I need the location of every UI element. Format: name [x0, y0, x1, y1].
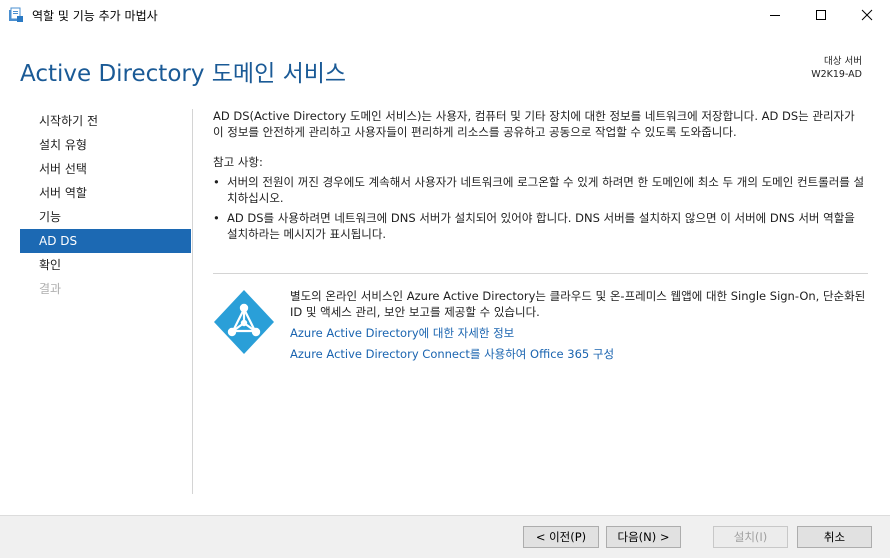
bullet-icon: •: [213, 211, 220, 225]
nav-item-ad-ds[interactable]: AD DS: [20, 229, 191, 253]
window-title: 역할 및 기능 추가 마법사: [32, 9, 158, 23]
target-server-label: 대상 서버: [824, 56, 862, 67]
note-text: 서버의 전원이 꺼진 경우에도 계속해서 사용자가 네트워크에 로그온할 수 있…: [227, 175, 865, 205]
install-button: 설치(I): [713, 526, 788, 548]
next-button[interactable]: 다음(N) >: [606, 526, 681, 548]
close-button[interactable]: [844, 0, 890, 30]
nav-item-installation-type[interactable]: 설치 유형: [20, 133, 191, 157]
nav-item-results: 결과: [39, 282, 62, 296]
note-text: AD DS를 사용하려면 네트워크에 DNS 서버가 설치되어 있어야 합니다.…: [227, 211, 855, 241]
section-divider: [213, 273, 868, 274]
target-server-info: 대상 서버 W2K19-AD: [811, 55, 862, 81]
wizard-nav: 시작하기 전 설치 유형 서버 선택 서버 역할 기능 AD DS 확인 결과: [20, 109, 191, 301]
notes-title: 참고 사항:: [213, 155, 263, 169]
nav-item-confirmation[interactable]: 확인: [20, 253, 191, 277]
wizard-footer: < 이전(P) 다음(N) > 설치(I) 취소: [0, 515, 890, 558]
title-bar: 역할 및 기능 추가 마법사: [0, 0, 890, 30]
azure-section: 별도의 온라인 서비스인 Azure Active Directory는 클라우…: [290, 288, 870, 362]
maximize-button[interactable]: [798, 0, 844, 30]
nav-item-features[interactable]: 기능: [20, 205, 191, 229]
cancel-button[interactable]: 취소: [797, 526, 872, 548]
close-icon: [861, 9, 873, 21]
minimize-button[interactable]: [752, 0, 798, 30]
azure-ad-info-link[interactable]: Azure Active Directory에 대한 자세한 정보: [290, 325, 870, 341]
azure-description: 별도의 온라인 서비스인 Azure Active Directory는 클라우…: [290, 289, 866, 319]
nav-divider: [192, 109, 193, 494]
nav-item-server-roles[interactable]: 서버 역할: [20, 181, 191, 205]
target-server-name: W2K19-AD: [811, 69, 862, 80]
page-title: Active Directory 도메인 서비스: [20, 61, 347, 87]
previous-button[interactable]: < 이전(P): [523, 526, 599, 548]
minimize-icon: [770, 15, 780, 16]
nav-item-server-selection[interactable]: 서버 선택: [20, 157, 191, 181]
maximize-icon: [816, 10, 826, 20]
bullet-icon: •: [213, 175, 220, 189]
list-item: • 서버의 전원이 꺼진 경우에도 계속해서 사용자가 네트워크에 로그온할 수…: [213, 174, 868, 206]
azure-ad-connect-link[interactable]: Azure Active Directory Connect를 사용하여 Off…: [290, 346, 870, 362]
azure-ad-icon: [214, 290, 274, 354]
list-item: • AD DS를 사용하려면 네트워크에 DNS 서버가 설치되어 있어야 합니…: [213, 210, 868, 242]
main-content: AD DS(Active Directory 도메인 서비스)는 사용자, 컴퓨…: [213, 108, 868, 242]
intro-text: AD DS(Active Directory 도메인 서비스)는 사용자, 컴퓨…: [213, 109, 855, 139]
nav-item-before-you-begin[interactable]: 시작하기 전: [20, 109, 191, 133]
wizard-icon: [9, 7, 23, 22]
